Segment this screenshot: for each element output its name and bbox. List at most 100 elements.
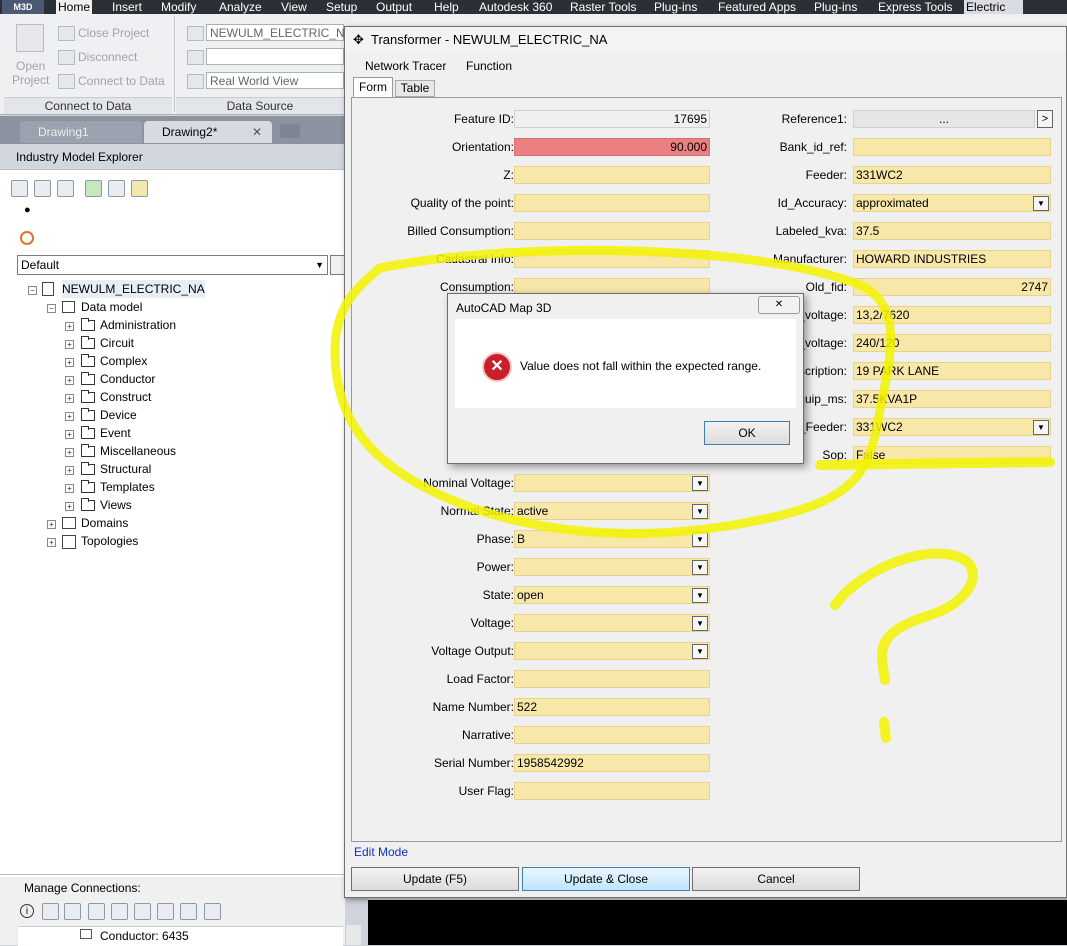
chevron-down-icon[interactable]: ▼ xyxy=(692,588,708,603)
datasource-combo[interactable]: NEWULM_ELECTRIC_NA xyxy=(206,24,353,41)
collapse-icon[interactable]: − xyxy=(28,286,37,295)
tree-folder-item[interactable]: Miscellaneous xyxy=(100,442,176,460)
expand-icon[interactable]: + xyxy=(65,484,74,493)
update-f5-button[interactable]: Update (F5) xyxy=(351,867,519,891)
field-input[interactable]: 13,2/7620 xyxy=(853,306,1051,324)
connect-to-data-button[interactable]: Connect to Data xyxy=(78,74,165,88)
expand-icon[interactable]: + xyxy=(47,538,56,547)
field-input[interactable] xyxy=(514,474,710,492)
explorer-toolbar-icon-6[interactable] xyxy=(131,180,148,197)
connection-tool-icon-6[interactable] xyxy=(204,903,221,920)
tree-folder-item[interactable]: Administration xyxy=(100,316,176,334)
realworld-view-combo[interactable]: Real World View xyxy=(206,72,344,89)
field-input[interactable]: approximated xyxy=(853,194,1051,212)
close-icon[interactable]: ✕ xyxy=(758,296,800,314)
field-input[interactable] xyxy=(514,222,710,240)
field-input[interactable] xyxy=(514,642,710,660)
new-tab-icon[interactable] xyxy=(280,124,300,138)
tree-folder-item[interactable]: Templates xyxy=(100,478,155,496)
ok-button[interactable]: OK xyxy=(704,421,790,445)
tree-data-model[interactable]: Data model xyxy=(81,298,142,316)
ribbon-tab-express-tools[interactable]: Express Tools xyxy=(876,0,954,14)
form-titlebar[interactable]: ✥ Transformer - NEWULM_ELECTRIC_NA xyxy=(345,27,1066,53)
ribbon-tab-view[interactable]: View xyxy=(279,0,309,14)
menu-function[interactable]: Function xyxy=(466,59,512,73)
field-input[interactable]: open xyxy=(514,586,710,604)
expand-icon[interactable]: + xyxy=(65,340,74,349)
zoom-extent-icon[interactable] xyxy=(111,903,128,920)
field-input[interactable]: 240/120 xyxy=(853,334,1051,352)
empty-combo[interactable] xyxy=(206,48,344,65)
connection-tool-icon-3[interactable] xyxy=(134,903,151,920)
ribbon-tab-analyze[interactable]: Analyze xyxy=(217,0,264,14)
field-input[interactable]: B xyxy=(514,530,710,548)
update-close-button[interactable]: Update & Close xyxy=(522,867,690,891)
chevron-down-icon[interactable]: ▼ xyxy=(692,560,708,575)
field-input[interactable] xyxy=(514,558,710,576)
field-input[interactable] xyxy=(514,726,710,744)
chevron-down-icon[interactable]: ▼ xyxy=(1033,420,1049,435)
explorer-toolbar-icon-1[interactable] xyxy=(11,180,28,197)
expand-icon[interactable]: + xyxy=(65,394,74,403)
expand-icon[interactable]: + xyxy=(65,412,74,421)
tree-topologies[interactable]: Topologies xyxy=(81,532,138,550)
scrollbar[interactable] xyxy=(345,925,361,945)
tree-folder-item[interactable]: Event xyxy=(100,424,131,442)
expand-icon[interactable]: + xyxy=(65,448,74,457)
ribbon-tab-autodesk-360[interactable]: Autodesk 360 xyxy=(477,0,554,14)
close-tab-icon[interactable]: ✕ xyxy=(252,121,262,143)
tree-folder-item[interactable]: Views xyxy=(100,496,132,514)
open-project-button[interactable]: Open Project xyxy=(12,59,49,87)
cancel-button[interactable]: Cancel xyxy=(692,867,860,891)
zoom-icon[interactable] xyxy=(88,903,105,920)
tree-root[interactable]: NEWULM_ELECTRIC_NA xyxy=(62,280,205,298)
field-input[interactable] xyxy=(514,250,710,268)
tab-table[interactable]: Table xyxy=(395,80,435,97)
connection-tool-icon-2[interactable] xyxy=(64,903,81,920)
connection-list-item[interactable]: Conductor: 6435 xyxy=(100,927,189,945)
field-input[interactable]: 522 xyxy=(514,698,710,716)
field-input[interactable]: 17695 xyxy=(514,110,710,128)
chevron-down-icon[interactable]: ▼ xyxy=(692,644,708,659)
expand-icon[interactable]: + xyxy=(65,430,74,439)
disconnect-button[interactable]: Disconnect xyxy=(78,50,137,64)
explorer-toolbar-icon-4[interactable] xyxy=(85,180,102,197)
ribbon-tab-insert[interactable]: Insert xyxy=(110,0,144,14)
expand-icon[interactable]: + xyxy=(65,358,74,367)
field-input[interactable]: 90.000 xyxy=(514,138,710,156)
field-input[interactable]: HOWARD INDUSTRIES xyxy=(853,250,1051,268)
tree-folder-item[interactable]: Conductor xyxy=(100,370,155,388)
explorer-toolbar-icon-5[interactable] xyxy=(108,180,125,197)
chevron-right-icon[interactable]: > xyxy=(1037,110,1053,128)
tab-form[interactable]: Form xyxy=(353,77,393,97)
field-input[interactable] xyxy=(514,670,710,688)
info-icon[interactable]: i xyxy=(20,904,34,918)
drawing-canvas[interactable] xyxy=(368,900,1067,945)
chevron-down-icon[interactable]: ▼ xyxy=(692,504,708,519)
ribbon-tab-raster-tools[interactable]: Raster Tools xyxy=(568,0,638,14)
doc-tab-drawing2[interactable]: Drawing2* ✕ xyxy=(144,121,272,143)
expand-icon[interactable]: + xyxy=(65,502,74,511)
explorer-toolbar-icon-2[interactable] xyxy=(34,180,51,197)
ribbon-tab-plug-ins-2[interactable]: Plug-ins xyxy=(812,0,859,14)
connection-tool-icon-5[interactable] xyxy=(180,903,197,920)
chevron-down-icon[interactable]: ▼ xyxy=(692,532,708,547)
tree-domains[interactable]: Domains xyxy=(81,514,128,532)
explorer-combo[interactable]: Default ▼ xyxy=(17,255,328,275)
close-project-button[interactable]: Close Project xyxy=(78,26,149,40)
expand-icon[interactable]: + xyxy=(47,520,56,529)
doc-tab-drawing1[interactable]: Drawing1 xyxy=(20,121,142,143)
tree-folder-item[interactable]: Structural xyxy=(100,460,151,478)
tree-folder-item[interactable]: Circuit xyxy=(100,334,134,352)
field-input[interactable]: 19 PARK LANE xyxy=(853,362,1051,380)
chevron-down-icon[interactable]: ▼ xyxy=(692,476,708,491)
chevron-down-icon[interactable]: ▼ xyxy=(1033,196,1049,211)
ribbon-tab-electric[interactable]: Electric xyxy=(964,0,1023,14)
field-input[interactable]: 331WC2 xyxy=(853,166,1051,184)
field-input[interactable] xyxy=(853,138,1051,156)
field-input[interactable]: 37.5KVA1P xyxy=(853,390,1051,408)
ribbon-tab-modify[interactable]: Modify xyxy=(159,0,198,14)
field-input[interactable]: 331WC2 xyxy=(853,418,1051,436)
field-input[interactable]: 2747 xyxy=(853,278,1051,296)
expand-icon[interactable]: + xyxy=(65,376,74,385)
